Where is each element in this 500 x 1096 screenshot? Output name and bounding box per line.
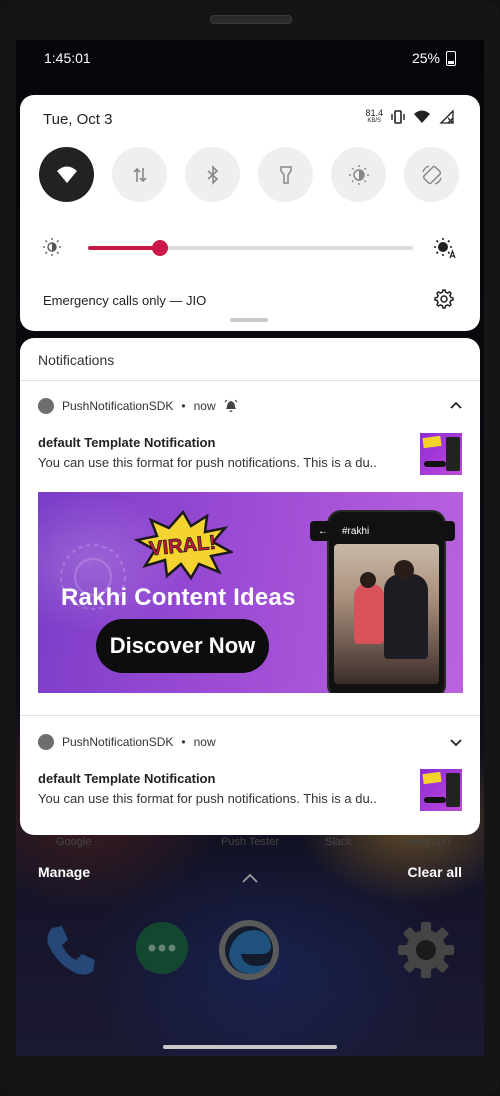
panel-drag-handle[interactable] [230,318,268,322]
device-frame: Google Push Tester Slack Telegraph 1:45:… [0,0,500,1096]
wifi-status-icon [414,110,430,123]
clear-all-button[interactable]: Clear all [408,864,462,880]
notification-body: You can use this format for push notific… [38,455,377,470]
brightness-row [42,235,462,259]
app-label-push-tester: Push Tester [221,836,279,848]
wifi-tile[interactable] [39,147,94,202]
brightness-slider-fill [88,246,160,250]
divider [20,380,480,381]
bluetooth-tile[interactable] [185,147,240,202]
app-icon [38,734,54,750]
night-light-tile[interactable] [331,147,386,202]
brightness-slider[interactable] [88,240,413,256]
expand-chevron-icon[interactable] [448,734,464,750]
settings-gear-icon[interactable] [433,288,455,310]
notification-card-expanded[interactable]: PushNotificationSDK • now default Templa… [20,398,480,714]
notification-thumbnail [420,769,462,811]
app-label-google: Google [56,836,92,848]
system-status-icons: 81.4 KB/S [365,109,455,125]
night-light-icon [348,164,369,185]
auto-brightness-icon[interactable] [433,237,457,259]
mobile-data-tile[interactable] [112,147,167,202]
notification-big-image[interactable]: VIRAL! Rakhi Content Ideas Discover Now … [38,492,463,693]
wifi-icon [56,166,77,183]
auto-rotate-icon [421,164,442,185]
screen: Google Push Tester Slack Telegraph 1:45:… [16,40,484,1056]
brightness-low-icon [43,238,61,256]
notifications-panel: Notifications PushNotificationSDK • now [20,338,480,835]
edge-icon[interactable] [217,918,281,982]
mockup-search-label: #rakhi [342,525,370,537]
banner-headline: Rakhi Content Ideas [61,584,296,611]
phone-icon[interactable] [38,918,102,982]
clock: 1:45:01 [44,50,91,66]
notification-body: You can use this format for push notific… [38,791,377,806]
battery-status: 25% [412,50,456,66]
settings-icon[interactable] [394,918,458,982]
app-icon [38,398,54,414]
app-label-telegraph: Telegraph [402,836,451,848]
quick-settings-panel: Tue, Oct 3 81.4 KB/S Emergency calls onl… [20,95,480,331]
notification-app-row: PushNotificationSDK • now [38,734,216,750]
separator-dot: • [181,399,186,413]
vibrate-icon [391,110,405,124]
mockup-search-bar: ← #rakhi [310,521,455,541]
network-speed: 81.4 KB/S [365,109,383,125]
quick-tiles [39,147,459,202]
battery-icon [446,50,456,66]
brightness-slider-thumb[interactable] [151,240,168,256]
flashlight-tile[interactable] [258,147,313,202]
viral-burst-icon: VIRAL! [133,510,233,580]
notification-time: now [193,399,216,413]
notification-time: now [193,735,216,749]
discover-now-button[interactable]: Discover Now [96,619,269,673]
app-name: PushNotificationSDK [62,735,174,749]
no-signal-icon [439,109,454,124]
notification-title: default Template Notification [38,435,216,450]
flashlight-icon [279,165,292,184]
notification-thumbnail [420,433,462,475]
status-bar: 1:45:01 25% [16,40,484,80]
chevron-up-icon[interactable] [240,872,260,884]
collapse-chevron-icon[interactable] [448,398,464,414]
earpiece [210,15,292,24]
app-name: PushNotificationSDK [62,399,174,413]
mobile-data-icon [132,167,147,182]
notification-title: default Template Notification [38,771,216,786]
divider [20,715,480,716]
gesture-nav-bar[interactable] [163,1045,337,1049]
app-label-slack: Slack [325,836,352,848]
battery-percent: 25% [411,50,440,66]
messages-icon[interactable] [130,918,194,982]
bluetooth-icon [206,164,218,185]
separator-dot: • [181,735,186,749]
network-speed-unit: KB/S [367,118,382,124]
phone-mockup-photo [334,544,439,684]
notification-card-collapsed[interactable]: PushNotificationSDK • now default Templa… [20,734,480,834]
dock [16,918,484,988]
alarm-bell-icon [224,399,238,412]
notifications-header: Notifications [38,352,115,368]
notification-app-row: PushNotificationSDK • now [38,398,238,414]
back-arrow-icon: ← [318,525,328,537]
auto-rotate-tile[interactable] [404,147,459,202]
manage-button[interactable]: Manage [38,864,90,880]
date-label: Tue, Oct 3 [43,111,113,128]
carrier-status: Emergency calls only — JIO [43,293,207,308]
